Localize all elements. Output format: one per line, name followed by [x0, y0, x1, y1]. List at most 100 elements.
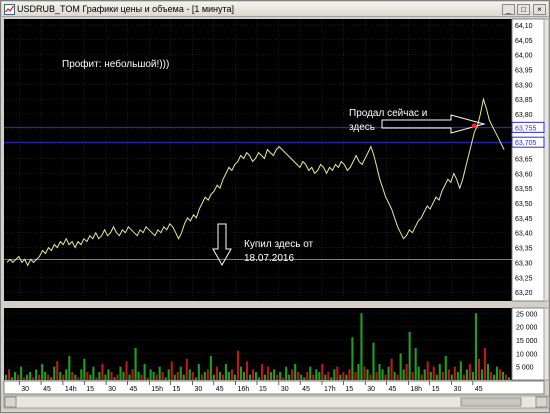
volume-bar: [333, 369, 336, 380]
time-axis: [3, 380, 545, 395]
volume-bar: [68, 356, 71, 380]
volume-bar: [402, 369, 405, 380]
price-tick-label: 64,00: [515, 53, 533, 60]
volume-bar: [29, 372, 32, 380]
volume-bar: [125, 361, 128, 380]
volume-bar: [23, 377, 26, 380]
volume-bar: [248, 374, 252, 380]
volume-bar: [5, 374, 8, 380]
time-tick-label: 14h: [65, 386, 77, 393]
volume-bar: [408, 332, 411, 380]
scroll-right-button[interactable]: [535, 396, 548, 408]
volume-bar: [167, 369, 170, 380]
volume-bar: [239, 366, 243, 380]
volume-bar: [131, 369, 134, 380]
volume-bar: [185, 358, 188, 380]
volume-bar: [438, 364, 441, 380]
volume-bar: [62, 374, 65, 380]
volume-bar: [405, 364, 408, 380]
volume-bar: [170, 361, 173, 380]
volume-bar: [453, 366, 456, 380]
price-tick-label: 63,90: [515, 82, 533, 89]
volume-bar: [89, 374, 92, 380]
buy-annotation-line2: 18.07.2016: [244, 253, 294, 264]
time-tick-label: 15: [432, 386, 440, 393]
volume-bar: [143, 364, 146, 380]
volume-bar: [188, 369, 191, 380]
volume-bar: [161, 372, 164, 380]
volume-bar: [11, 377, 14, 380]
time-tick-label: 15: [259, 386, 267, 393]
volume-bar: [441, 372, 444, 380]
profit-annotation: Профит: небольшой!))): [62, 58, 169, 70]
volume-bar: [339, 374, 342, 380]
volume-bar: [342, 372, 345, 380]
volume-bar: [507, 377, 511, 380]
volume-bar: [53, 366, 56, 380]
volume-bar: [474, 313, 477, 380]
volume-bar: [164, 377, 167, 380]
time-tick-label: 15h: [151, 386, 163, 393]
time-tick-label: 17h: [324, 386, 336, 393]
volume-bar: [38, 374, 41, 380]
volume-bar: [236, 350, 240, 380]
volume-bar: [176, 372, 179, 380]
volume-bar: [369, 374, 372, 380]
volume-bar: [462, 374, 465, 380]
volume-bar: [101, 364, 104, 380]
volume-bar: [411, 372, 414, 380]
volume-bar: [483, 348, 487, 380]
volume-bar: [285, 366, 288, 380]
volume-bar: [218, 372, 221, 380]
volume-bar: [258, 377, 261, 380]
volume-bar: [56, 361, 59, 380]
time-tick-label: 16h: [238, 386, 250, 393]
level-label: 63,755: [515, 125, 537, 132]
time-tick-label: 30: [194, 386, 202, 393]
volume-bar: [447, 369, 450, 380]
volume-bar: [92, 366, 95, 380]
volume-bar: [345, 374, 348, 380]
chart-window: USDRUB_TOM Графики цены и объема - [1 ми…: [0, 0, 550, 413]
volume-bar: [276, 374, 279, 380]
volume-bar: [294, 364, 297, 380]
volume-bar: [495, 366, 499, 380]
sell-annotation-line1: Продал сейчас и: [349, 108, 427, 119]
time-tick-label: 45: [216, 386, 224, 393]
volume-bar: [354, 372, 357, 380]
price-scrollbar[interactable]: [543, 18, 550, 302]
scroll-left-button[interactable]: [4, 396, 17, 408]
volume-bar: [74, 374, 77, 380]
volume-bar: [426, 361, 429, 380]
volume-bar: [254, 372, 258, 380]
volume-bar: [351, 337, 354, 380]
volume-bar: [32, 377, 35, 380]
volume-bar: [291, 369, 294, 380]
volume-bar: [297, 372, 300, 380]
volume-bar: [309, 366, 312, 380]
volume-scrollbar[interactable]: [543, 307, 550, 381]
time-tick-label: 45: [302, 386, 310, 393]
volume-bar: [80, 369, 83, 380]
volume-bar: [245, 361, 249, 380]
volume-bar: [420, 374, 423, 380]
volume-bar: [288, 374, 291, 380]
volume-bar: [173, 374, 176, 380]
time-tick-label: 45: [129, 386, 137, 393]
volume-bar: [498, 369, 502, 380]
price-tick-label: 63,65: [515, 157, 533, 164]
volume-bar: [375, 372, 378, 380]
volume-bar: [384, 374, 387, 380]
volume-bar: [206, 369, 209, 380]
sell-annotation-line2: здесь: [349, 122, 375, 133]
volume-tick-label: 15 000: [516, 338, 538, 345]
volume-bar: [182, 374, 185, 380]
time-tick-label: 18h: [410, 386, 422, 393]
scroll-thumb[interactable]: [460, 397, 522, 407]
volume-bar: [83, 358, 86, 380]
price-tick-label: 63,45: [515, 216, 533, 223]
buy-annotation-line1: Купил здесь от: [244, 239, 314, 250]
volume-bar: [279, 372, 282, 380]
time-tick-label: 15: [345, 386, 353, 393]
volume-tick-label: 10 000: [516, 351, 538, 358]
